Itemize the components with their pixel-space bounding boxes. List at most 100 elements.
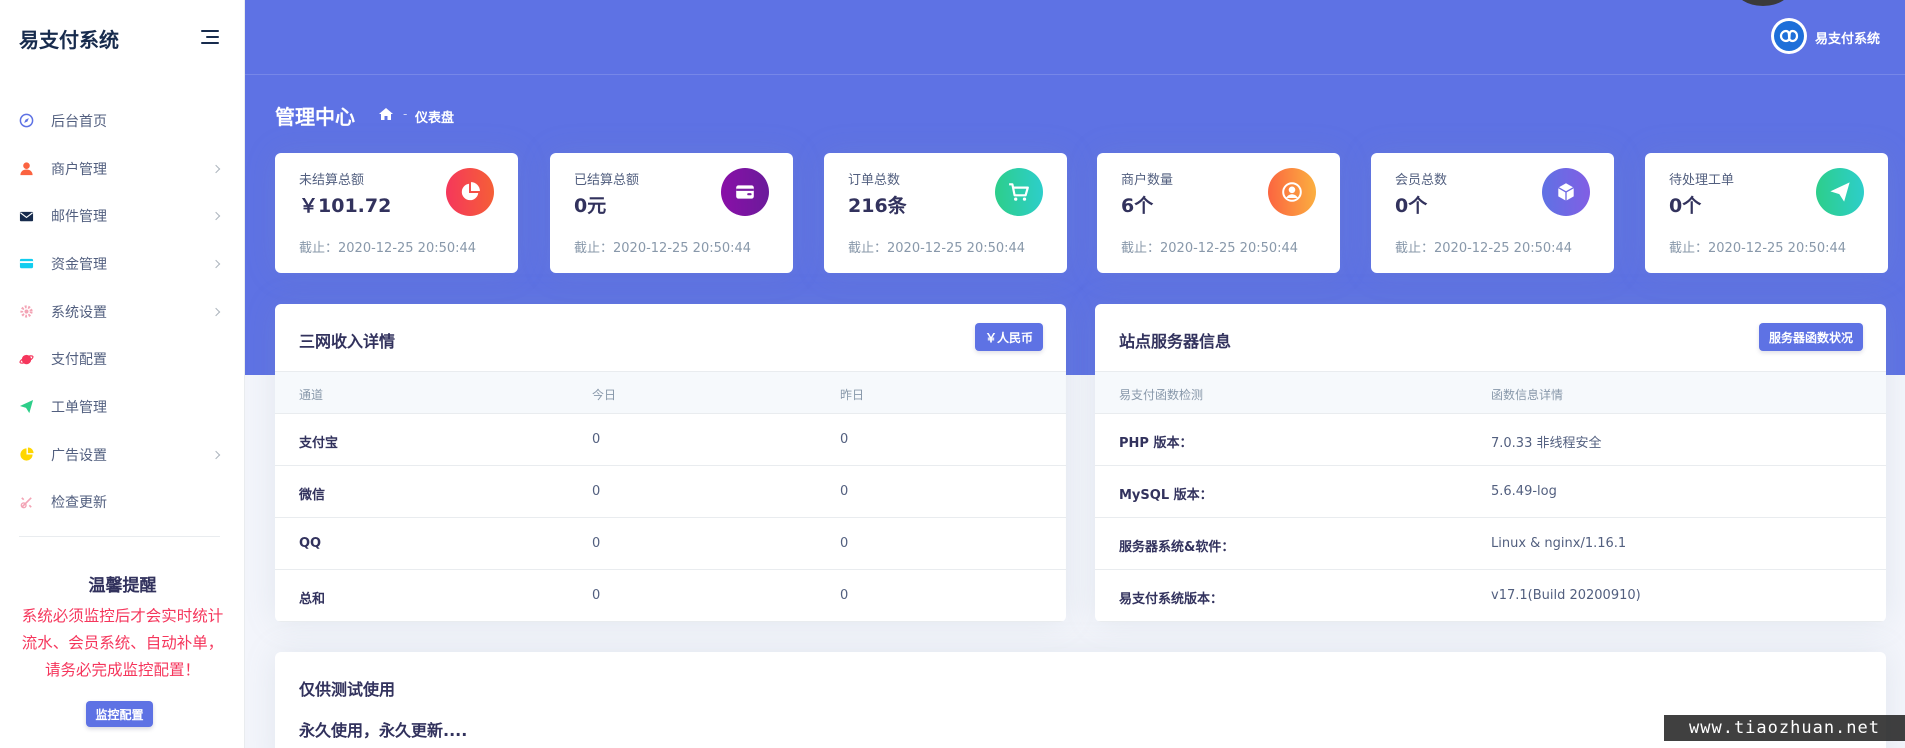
notice-panel: 仅供测试使用 永久使用，永久更新.... [275, 652, 1886, 748]
sidebar-divider [19, 536, 220, 537]
server-title: 站点服务器信息 [1119, 332, 1232, 351]
sidebar-item-label: 资金管理 [51, 256, 107, 273]
stat-date: 截止：2020-12-25 20:50:44 [574, 241, 752, 256]
chevron-right-icon [211, 211, 221, 221]
column-header: 易支付函数检测 [1119, 388, 1204, 402]
table-cell: 0 [840, 432, 849, 447]
stat-label: 已结算总额 [574, 173, 640, 188]
stat-value: 0个 [1395, 195, 1428, 217]
stat-label: 商户数量 [1121, 173, 1174, 188]
stat-date: 截止：2020-12-25 20:50:44 [299, 241, 477, 256]
stat-card: 未结算总额 ￥101.72 截止：2020-12-25 20:50:44 [275, 153, 518, 273]
table-row: 微信 0 0 [275, 466, 1066, 518]
satisfied-icon [19, 495, 34, 510]
stat-label: 订单总数 [848, 173, 901, 188]
server-status-button[interactable]: 服务器函数状况 [1758, 323, 1863, 351]
gear-icon [19, 304, 34, 319]
sidebar-item-label: 工单管理 [51, 399, 107, 416]
table-row: 易支付系统版本： v17.1(Build 20200910) [1095, 570, 1886, 622]
sidebar-item-label: 检查更新 [51, 495, 107, 512]
table-cell: 0 [840, 536, 849, 551]
sidebar-toggle-icon[interactable] [201, 30, 219, 44]
stat-label: 会员总数 [1395, 173, 1448, 188]
info-label: PHP 版本： [1119, 436, 1193, 451]
monitor-config-button[interactable]: 监控配置 [86, 701, 153, 727]
income-panel: 三网收入详情 ￥人民币 通道 今日 昨日 支付宝 0 0 微信 0 0 QQ 0 0 总和 0 0 [275, 304, 1066, 622]
sidebar-item[interactable]: 商户管理 [0, 145, 245, 193]
channel-name: 总和 [299, 592, 326, 607]
sidebar-item[interactable]: 广告设置 [0, 431, 245, 479]
info-value: v17.1(Build 20200910) [1491, 588, 1641, 603]
sidebar-item[interactable]: 检查更新 [0, 479, 245, 527]
stat-card: 已结算总额 0元 截止：2020-12-25 20:50:44 [550, 153, 793, 273]
info-label: 易支付系统版本： [1119, 592, 1224, 607]
stat-date: 截止：2020-12-25 20:50:44 [1395, 241, 1573, 256]
channel-name: 微信 [299, 488, 326, 503]
stat-value: 0元 [574, 195, 607, 217]
sidebar-item[interactable]: 资金管理 [0, 240, 245, 288]
table-row: 服务器系统&软件： Linux & nginx/1.16.1 [1095, 518, 1886, 570]
send-icon [1816, 168, 1864, 216]
box-icon [1542, 168, 1590, 216]
server-table-header: 易支付函数检测 函数信息详情 [1095, 371, 1886, 414]
sidebar-item-label: 广告设置 [51, 447, 107, 464]
info-value: Linux & nginx/1.16.1 [1491, 536, 1627, 551]
channel-name: 支付宝 [299, 436, 339, 451]
brand-title[interactable]: 易支付系统 [19, 24, 119, 53]
sidebar-item[interactable]: 系统设置 [0, 288, 245, 336]
stat-value: 216条 [848, 195, 907, 217]
table-row: 总和 0 0 [275, 570, 1066, 622]
page-title: 管理中心 [275, 105, 355, 129]
breadcrumb-current[interactable]: 仪表盘 [415, 107, 454, 126]
stat-date: 截止：2020-12-25 20:50:44 [848, 241, 1026, 256]
server-panel: 站点服务器信息 服务器函数状况 易支付函数检测 函数信息详情 PHP 版本： 7.… [1095, 304, 1886, 622]
stat-card: 订单总数 216条 截止：2020-12-25 20:50:44 [824, 153, 1067, 273]
notice-title: 仅供测试使用 [299, 680, 396, 699]
compass-icon [19, 113, 34, 128]
stat-date: 截止：2020-12-25 20:50:44 [1121, 241, 1299, 256]
sidebar: 易支付系统 后台首页商户管理邮件管理资金管理系统设置支付配置工单管理广告设置检查… [0, 0, 245, 748]
header-divider [245, 74, 1905, 75]
sidebar-item-label: 后台首页 [51, 113, 107, 130]
currency-button[interactable]: ￥人民币 [974, 323, 1043, 351]
table-row: QQ 0 0 [275, 518, 1066, 570]
column-header: 通道 [299, 388, 324, 402]
chart-pie-icon [446, 168, 494, 216]
wallet-icon [721, 168, 769, 216]
table-cell: 0 [592, 536, 601, 551]
info-label: 服务器系统&软件： [1119, 540, 1235, 555]
stat-value: 6个 [1121, 195, 1154, 217]
column-header: 今日 [592, 388, 617, 402]
chevron-right-icon [211, 450, 221, 459]
table-cell: 0 [592, 484, 601, 499]
stat-value: ￥101.72 [299, 195, 392, 217]
cart-icon [995, 168, 1043, 216]
table-row: PHP 版本： 7.0.33 非线程安全 [1095, 414, 1886, 466]
sidebar-item-label: 支付配置 [51, 352, 107, 369]
stat-label: 待处理工单 [1669, 173, 1735, 188]
sidebar-item[interactable]: 邮件管理 [0, 192, 245, 240]
watermark: www.tiaozhuan.net [1664, 715, 1905, 741]
sidebar-item[interactable]: 工单管理 [0, 383, 245, 431]
user-name[interactable]: 易支付系统 [1815, 28, 1880, 47]
sidebar-item-label: 邮件管理 [51, 209, 107, 226]
stat-date: 截止：2020-12-25 20:50:44 [1669, 241, 1847, 256]
sidebar-item[interactable]: 后台首页 [0, 97, 245, 145]
column-header: 函数信息详情 [1491, 388, 1564, 402]
avatar[interactable] [1771, 18, 1807, 54]
sidebar-item-label: 系统设置 [51, 304, 107, 321]
breadcrumb-separator: - [403, 107, 408, 121]
stat-card: 商户数量 6个 截止：2020-12-25 20:50:44 [1097, 153, 1340, 273]
column-header: 昨日 [840, 388, 865, 402]
stat-card: 会员总数 0个 截止：2020-12-25 20:50:44 [1371, 153, 1614, 273]
chart-pie-icon [19, 447, 34, 462]
sidebar-nav: 后台首页商户管理邮件管理资金管理系统设置支付配置工单管理广告设置检查更新 [0, 97, 245, 526]
sidebar-item-label: 商户管理 [51, 161, 107, 178]
sidebar-item[interactable]: 支付配置 [0, 335, 245, 383]
home-icon[interactable] [378, 107, 394, 121]
chevron-right-icon [211, 307, 221, 316]
reminder-title: 温馨提醒 [88, 576, 157, 596]
logo-icon [1774, 21, 1804, 51]
notice-text: 永久使用，永久更新.... [299, 721, 468, 740]
info-value: 5.6.49-log [1491, 484, 1557, 499]
